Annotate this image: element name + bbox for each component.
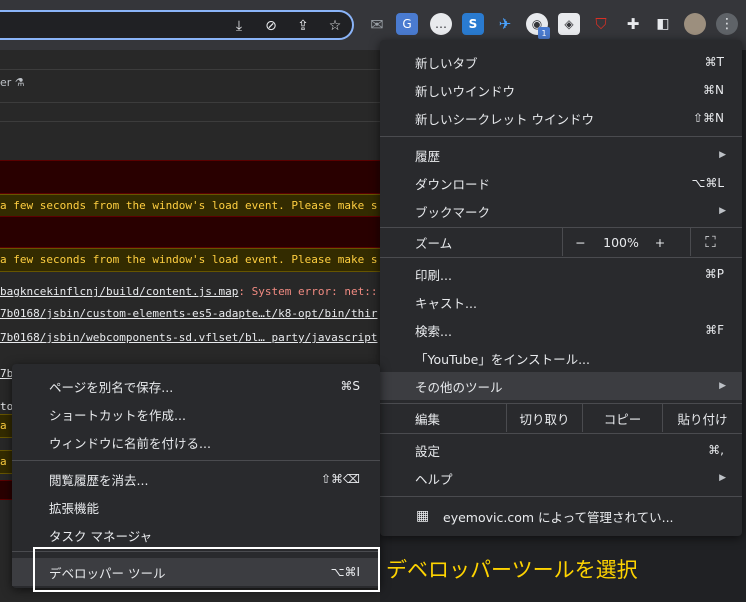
menu-history[interactable]: 履歴 ▶ — [380, 141, 742, 169]
eye-off-icon[interactable]: ⊘ — [260, 15, 282, 37]
chrome-main-menu: 新しいタブ ⌘T 新しいウインドウ ⌘N 新しいシークレット ウインドウ ⇧⌘N 履歴… — [380, 40, 742, 536]
chevron-right-icon: ▶ — [719, 206, 726, 216]
download-icon[interactable]: ⤓ — [228, 15, 250, 37]
zoom-label: ズーム — [415, 235, 453, 251]
menu-new-incognito[interactable]: 新しいシークレット ウインドウ ⇧⌘N — [380, 104, 742, 132]
error-row — [0, 160, 380, 194]
menu-cast[interactable]: キャスト... — [380, 288, 742, 316]
filter-label: er ⚗ — [0, 76, 25, 89]
translate-icon[interactable]: G — [396, 13, 418, 35]
menu-more-tools[interactable]: その他のツール ▶ — [380, 372, 742, 400]
menu-managed[interactable]: ▦ eyemovic.com によって管理されてい... — [380, 502, 742, 530]
share-icon[interactable]: ⇪ — [292, 15, 314, 37]
zoom-value: 100% — [603, 234, 639, 250]
star-icon[interactable]: ☆ — [324, 15, 346, 37]
chevron-right-icon: ▶ — [719, 381, 726, 391]
console-row: 7b0168/jsbin/custom-elements-es5-adapte…… — [0, 303, 380, 325]
submenu-clear-data[interactable]: 閲覧履歴を消去... ⇧⌘⌫ — [12, 465, 380, 493]
highlight-box — [33, 547, 380, 592]
error-row — [0, 216, 380, 248]
menu-find[interactable]: 検索... ⌘F — [380, 316, 742, 344]
submenu-create-shortcut[interactable]: ショートカットを作成... — [12, 400, 380, 428]
console-row: bagkncekinflcnj/build/content.js.map: Sy… — [0, 285, 378, 298]
devtools-topbar — [0, 50, 380, 70]
github-badge: 1 — [538, 27, 550, 39]
submenu-task-manager[interactable]: タスク マネージャ — [12, 521, 380, 549]
send-icon[interactable]: ✈ — [494, 13, 516, 35]
zoom-out-button[interactable]: − — [562, 228, 598, 256]
fullscreen-icon[interactable]: ⛶ — [690, 228, 730, 256]
menu-help[interactable]: ヘルプ ▶ — [380, 464, 742, 492]
cut-button[interactable]: 切り取り — [506, 404, 582, 432]
chevron-right-icon: ▶ — [719, 150, 726, 160]
menu-divider — [380, 257, 742, 258]
console-row: 7b0168/jsbin/webcomponents-sd.vflset/bl…… — [0, 327, 380, 349]
mail-icon[interactable]: ✉ — [366, 13, 388, 35]
warning-row: a few seconds from the window's load eve… — [0, 194, 380, 218]
shield-icon[interactable]: ⛉ — [590, 13, 612, 35]
zoom-in-button[interactable]: + — [644, 228, 676, 256]
message-icon[interactable]: … — [430, 13, 452, 35]
menu-divider — [12, 460, 380, 461]
menu-divider — [380, 136, 742, 137]
chevron-right-icon: ▶ — [719, 473, 726, 483]
source-link[interactable]: 7b0168/jsbin/custom-elements-es5-adapte…… — [0, 307, 378, 320]
menu-new-tab[interactable]: 新しいタブ ⌘T — [380, 48, 742, 76]
warning-row: a few seconds from the window's load eve… — [0, 248, 380, 272]
s-icon[interactable]: S — [462, 13, 484, 35]
zoom-row: ズーム − 100% + ⛶ — [380, 228, 742, 256]
menu-print[interactable]: 印刷... ⌘P — [380, 260, 742, 288]
filter-input[interactable] — [0, 102, 380, 122]
source-link[interactable]: bagkncekinflcnj/build/content.js.map — [0, 285, 238, 298]
edit-label: 編集 — [415, 411, 441, 427]
copy-button[interactable]: コピー — [582, 404, 662, 432]
submenu-save-page[interactable]: ページを別名で保存... ⌘S — [12, 372, 380, 400]
sidebar-icon[interactable]: ◧ — [652, 13, 674, 35]
caption-text: デベロッパーツールを選択 — [386, 558, 638, 582]
paste-button[interactable]: 貼り付け — [662, 404, 742, 432]
menu-bookmarks[interactable]: ブックマーク ▶ — [380, 197, 742, 225]
menu-settings[interactable]: 設定 ⌘, — [380, 436, 742, 464]
submenu-extensions[interactable]: 拡張機能 — [12, 493, 380, 521]
menu-divider — [380, 433, 742, 434]
omnibox[interactable]: ⤓ ⊘ ⇪ ☆ — [0, 10, 354, 40]
building-icon: ▦ — [416, 508, 430, 524]
edit-row: 編集 切り取り コピー 貼り付け — [380, 404, 742, 432]
more-icon[interactable]: ⋮ — [716, 13, 738, 35]
menu-install[interactable]: 「YouTube」をインストール... — [380, 344, 742, 372]
avatar[interactable] — [684, 13, 706, 35]
source-link[interactable]: 7b0168/jsbin/webcomponents-sd.vflset/bl…… — [0, 331, 378, 344]
menu-downloads[interactable]: ダウンロード ⌥⌘L — [380, 169, 742, 197]
submenu-name-window[interactable]: ウィンドウに名前を付ける... — [12, 428, 380, 456]
menu-new-window[interactable]: 新しいウインドウ ⌘N — [380, 76, 742, 104]
box-icon[interactable]: ◈ — [558, 13, 580, 35]
menu-divider — [380, 496, 742, 497]
puzzle-icon[interactable]: ✚ — [622, 13, 644, 35]
